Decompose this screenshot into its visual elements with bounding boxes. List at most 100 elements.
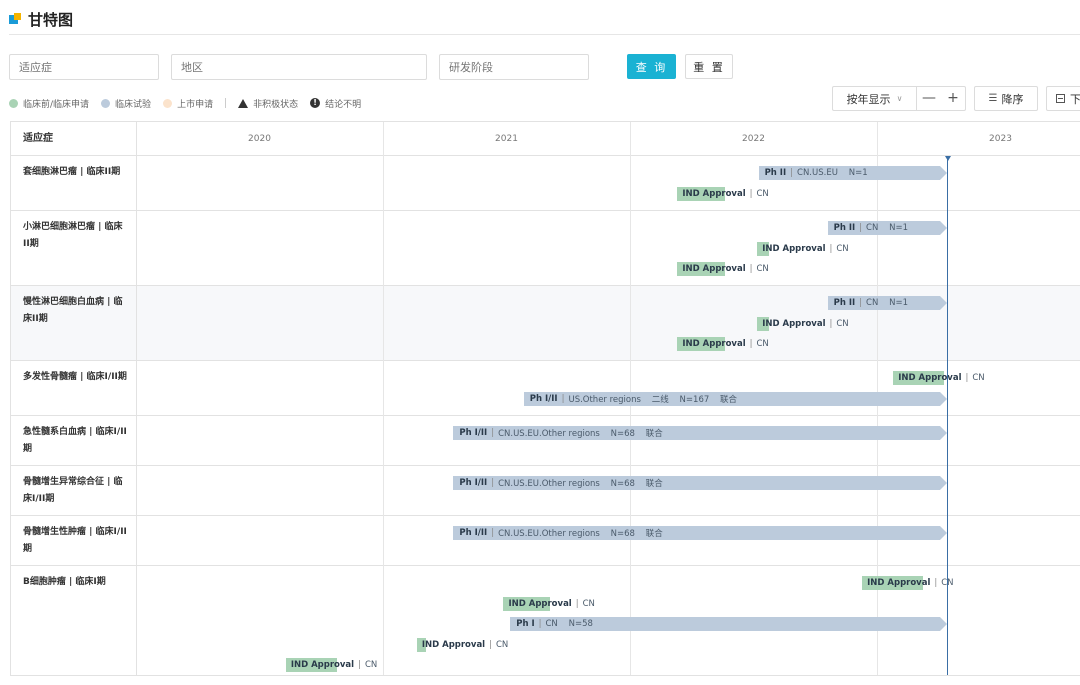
gantt-bar-ind[interactable]: IND Approval|CN: [503, 596, 595, 611]
query-button[interactable]: 查 询: [627, 54, 676, 79]
bar-stage-label: Ph II: [833, 298, 856, 308]
bar-stage-label: Ph II: [833, 223, 856, 233]
page-header: 甘特图: [9, 8, 73, 30]
exclamation-icon: !: [310, 98, 321, 108]
bar-info-label: CN N=1: [866, 223, 909, 233]
row-indication-label: 小淋巴细胞淋巴瘤 | 临床II期: [23, 222, 123, 249]
gantt-bar-ind[interactable]: IND Approval|CN: [416, 637, 509, 652]
gantt-bar-trial[interactable]: Ph I | CN N=58: [510, 617, 948, 631]
bar-info-label: US.Other regions 二线 N=167 联合: [568, 394, 738, 405]
legend-label: 上市申请: [177, 99, 214, 110]
bar-info-label: CN: [582, 598, 595, 609]
gantt-bar-trial[interactable]: Ph II | CN.US.EU N=1: [758, 166, 948, 180]
gantt-bar-trial[interactable]: Ph I/II | CN.US.EU.Other regions N=68 联合: [453, 476, 948, 490]
page-title: 甘特图: [28, 10, 74, 29]
bar-info-label: CN: [364, 660, 378, 670]
bar-stage-label: Ph I/II: [459, 528, 488, 538]
zoom-out-button[interactable]: —: [917, 87, 941, 110]
gantt-bar-trial[interactable]: Ph II | CN N=1: [827, 296, 948, 310]
bar-separator: |: [965, 373, 969, 383]
gantt-bar-ind[interactable]: IND Approval|CN: [757, 241, 849, 256]
gantt-row: 套细胞淋巴瘤 | 临床II期: [11, 156, 1080, 211]
bar-separator: |: [491, 528, 495, 538]
gantt-bar-trial[interactable]: Ph II | CN N=1: [827, 221, 948, 235]
today-line: [947, 157, 949, 675]
bar-info-label: CN: [972, 373, 985, 383]
bar-stage-label: Ph I/II: [529, 393, 558, 404]
bar-stage-label: Ph II: [764, 168, 787, 178]
title-divider: [9, 34, 1080, 35]
bar-info-label: CN N=1: [866, 298, 909, 308]
bar-separator: |: [489, 639, 492, 650]
view-mode-value: 按年显示: [846, 92, 891, 106]
bar-separator: |: [749, 188, 753, 199]
row-indication-label: 急性髓系白血病 | 临床I/II期: [23, 427, 127, 454]
bar-separator: |: [859, 298, 863, 308]
bar-info-label: CN N=58: [545, 619, 593, 629]
gantt-bar-ind[interactable]: IND Approval|CN: [893, 371, 985, 385]
region-filter-input[interactable]: [171, 54, 427, 80]
bar-info-label: CN: [495, 639, 509, 650]
legend-item-preclinical: 临床前/临床申请: [9, 97, 89, 110]
legend-label: 临床前/临床申请: [23, 99, 90, 110]
gantt-bar-ind[interactable]: IND Approval|CN: [677, 337, 769, 351]
bar-stage-label: IND Approval: [867, 578, 931, 588]
gantt-bar-trial[interactable]: Ph I/II | CN.US.EU.Other regions N=68 联合: [453, 426, 948, 440]
legend-item-marketing: 上市申请: [163, 97, 213, 110]
gantt-bar-trial[interactable]: Ph I/II | US.Other regions 二线 N=167 联合: [523, 391, 947, 406]
year-label: 2022: [742, 134, 765, 144]
sort-button[interactable]: ☰ 降序: [974, 86, 1038, 111]
gantt-bar-trial[interactable]: Ph I/II | CN.US.EU.Other regions N=68 联合: [453, 526, 948, 540]
legend-dot-green: [9, 98, 18, 108]
bar-separator: |: [749, 339, 753, 349]
year-gridline: [383, 122, 384, 675]
bar-stage-label: IND Approval: [290, 660, 355, 670]
title-logo-icon: [9, 13, 21, 25]
zoom-in-button[interactable]: +: [941, 87, 965, 110]
row-indication-label: 多发性骨髓瘤 | 临床I/II期: [23, 372, 127, 382]
bar-info-label: CN: [756, 339, 769, 349]
bar-stage-label: IND Approval: [682, 339, 746, 349]
bar-separator: |: [561, 393, 565, 404]
bar-info-label: CN: [756, 188, 769, 199]
gantt-bar-ind[interactable]: IND Approval|CN: [862, 576, 954, 590]
bar-separator: |: [934, 578, 938, 588]
indication-filter-input[interactable]: [9, 54, 159, 80]
row-indication-label: 套细胞淋巴瘤 | 临床II期: [23, 167, 121, 177]
bar-stage-label: IND Approval: [762, 243, 826, 254]
gantt-bar-ind[interactable]: IND Approval|CN: [285, 658, 378, 672]
chevron-down-icon: ∨: [896, 94, 903, 103]
gantt-row: 骨髓增生性肿瘤 | 临床I/II期: [11, 516, 1080, 566]
gantt-bar-ind[interactable]: IND Approval|CN: [677, 186, 769, 201]
bar-stage-label: IND Approval: [421, 639, 486, 650]
bar-separator: |: [491, 428, 495, 438]
bar-stage-label: Ph I/II: [459, 428, 488, 438]
gantt-bar-ind[interactable]: IND Approval|CN: [757, 316, 849, 331]
bar-separator: |: [491, 478, 495, 488]
bar-stage-label: IND Approval: [682, 264, 746, 274]
phase-filter-input[interactable]: [439, 54, 589, 80]
gantt-bar-ind[interactable]: IND Approval|CN: [677, 262, 769, 276]
gantt-row: 骨髓增生异常综合征 | 临床I/II期: [11, 466, 1080, 516]
bar-info-label: CN.US.EU.Other regions N=68 联合: [498, 429, 663, 439]
row-indication-label: 慢性淋巴细胞白血病 | 临床II期: [23, 297, 123, 324]
bar-separator: |: [859, 223, 863, 233]
export-label: 下载: [1070, 92, 1080, 106]
bar-info-label: CN.US.EU.Other regions N=68 联合: [498, 479, 663, 489]
bar-stage-label: Ph I: [516, 619, 535, 629]
reset-button[interactable]: 重 置: [685, 54, 733, 79]
export-button[interactable]: 下载: [1046, 86, 1080, 111]
bar-info-label: CN.US.EU N=1: [797, 168, 868, 178]
legend-label: 非积极状态: [253, 99, 299, 110]
view-mode-select[interactable]: 按年显示 ∨: [833, 87, 917, 110]
bar-separator: |: [749, 264, 753, 274]
bar-separator: |: [358, 660, 361, 670]
indication-column-header: 适应症: [23, 133, 53, 144]
year-label: 2020: [248, 134, 271, 144]
sort-list-icon: ☰: [988, 93, 998, 104]
gantt-row: 急性髓系白血病 | 临床I/II期: [11, 416, 1080, 466]
bar-stage-label: IND Approval: [762, 318, 826, 329]
bar-info-label: CN: [836, 243, 849, 254]
label-column-divider: [136, 122, 137, 675]
bar-stage-label: IND Approval: [898, 373, 962, 383]
